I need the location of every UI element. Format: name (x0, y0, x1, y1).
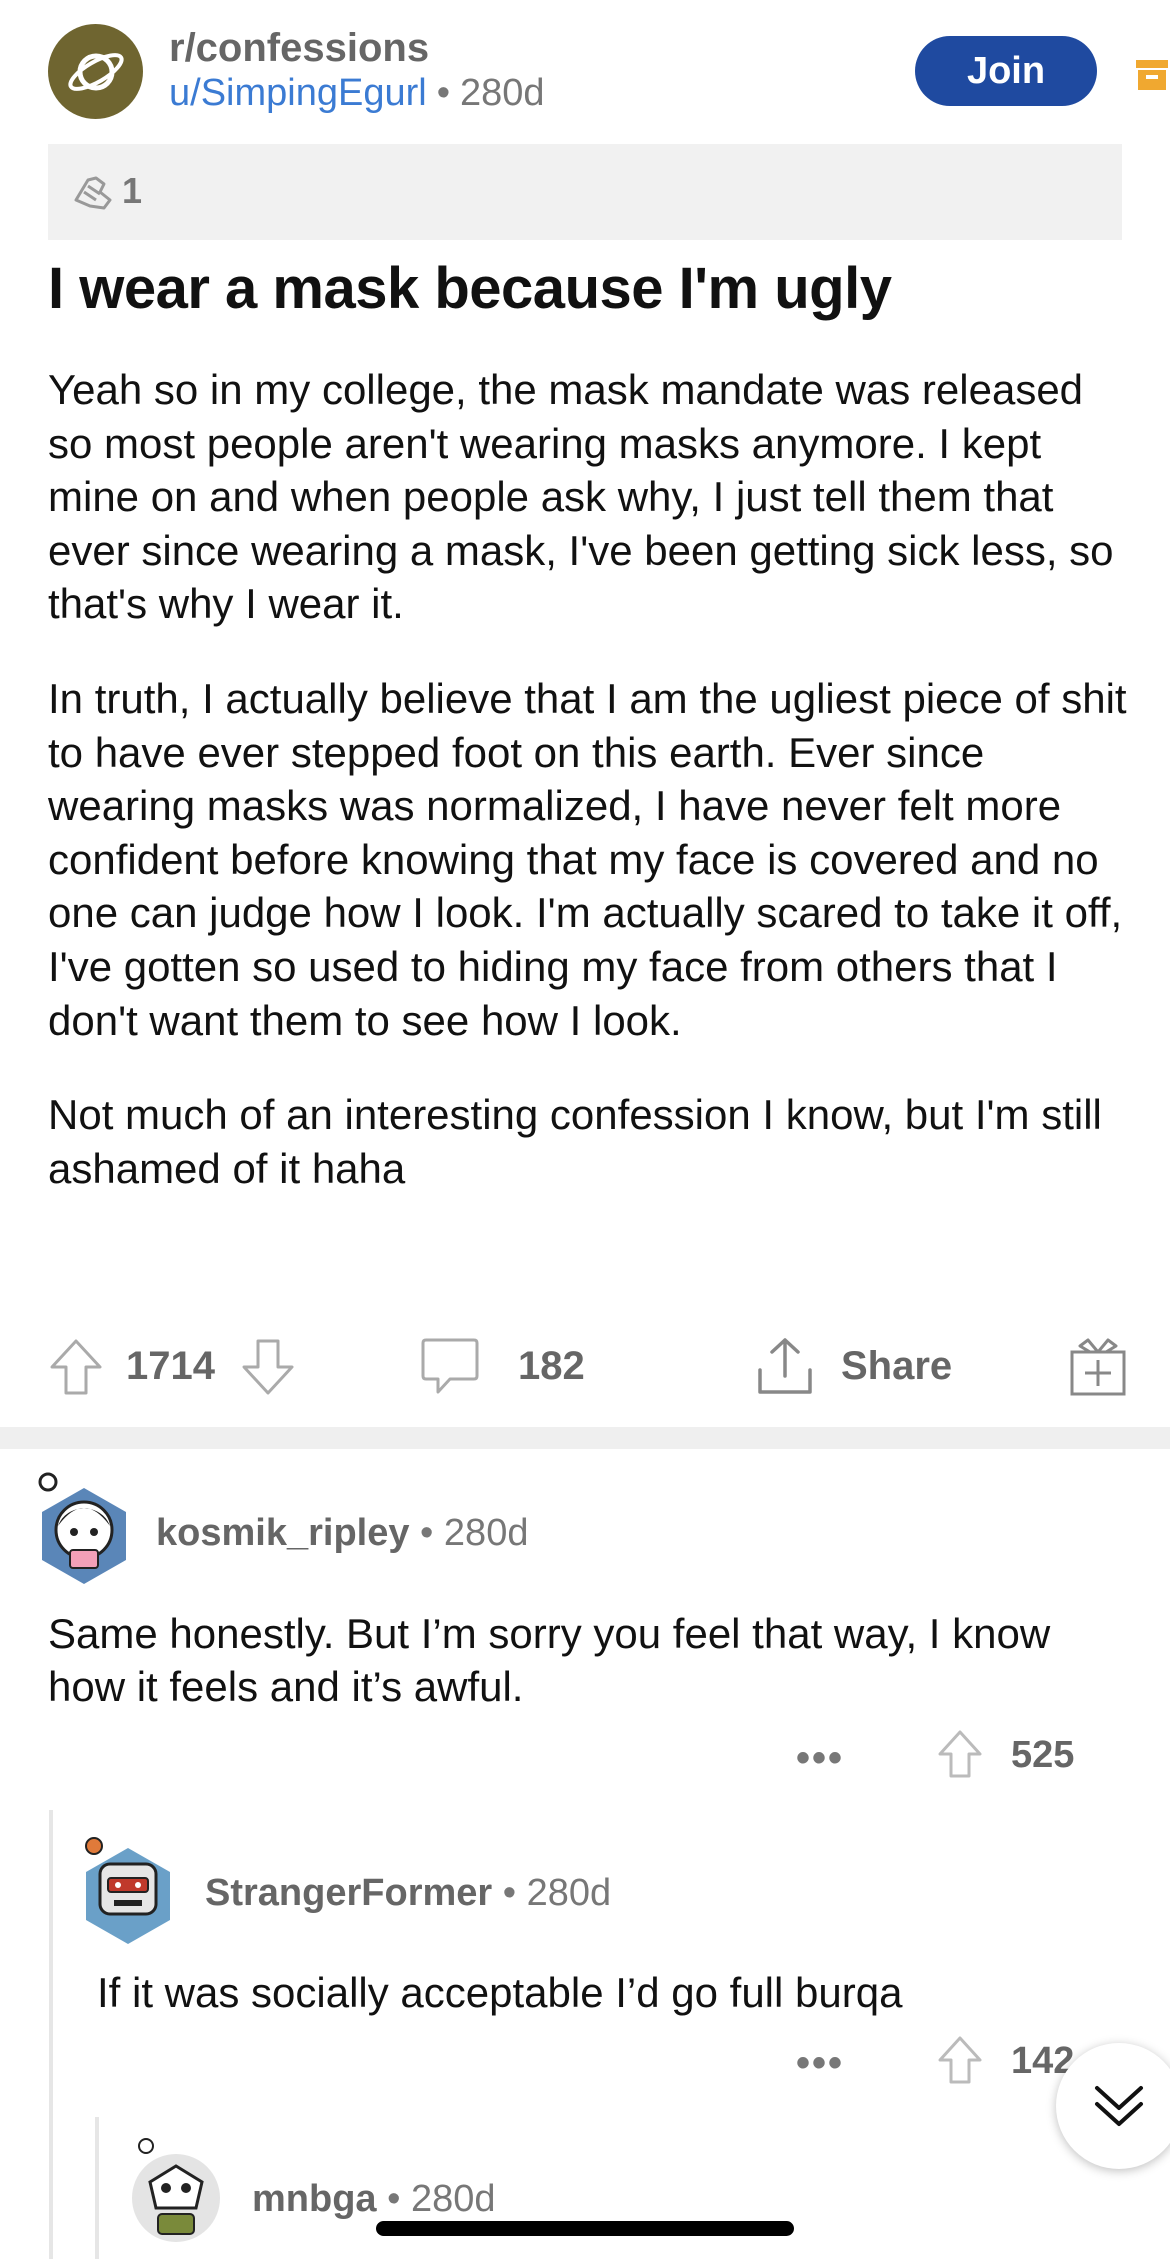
upvote-icon (50, 1339, 102, 1395)
comment-age: 280d (526, 1872, 612, 1914)
comment-author-line: kosmik_ripley • 280d (156, 1512, 528, 1555)
subreddit-name[interactable]: r/confessions (169, 26, 429, 71)
commenter-avatar[interactable] (126, 2130, 226, 2245)
next-comment-button[interactable] (1056, 2043, 1170, 2169)
post-paragraph: Yeah so in my college, the mask mandate … (48, 366, 1114, 628)
post-author[interactable]: u/SimpingEgurl (169, 72, 427, 114)
archive-icon[interactable] (1136, 56, 1168, 92)
share-label[interactable]: Share (841, 1344, 952, 1389)
post-score: 1714 (126, 1344, 215, 1388)
post-body: Yeah so in my college, the mask mandate … (48, 363, 1138, 1236)
comments-button[interactable] (420, 1334, 480, 1400)
home-indicator[interactable] (376, 2221, 794, 2236)
planet-icon (67, 52, 124, 91)
post-age: 280d (460, 72, 545, 114)
chevron-double-down-icon (1095, 2086, 1143, 2126)
comment-icon (421, 1338, 479, 1394)
commenter-avatar[interactable] (34, 1470, 134, 1585)
post-action-bar: 1714 182 Share (48, 1334, 1128, 1400)
comment-author-line: StrangerFormer • 280d (205, 1872, 611, 1915)
post-paragraph: In truth, I actually believe that I am t… (48, 674, 1127, 1044)
meta-separator: • (436, 72, 450, 114)
meta-separator: • (420, 1512, 434, 1554)
post-title: I wear a mask because I'm ugly (48, 256, 892, 321)
commenter-avatar[interactable] (78, 1830, 178, 1945)
comment-text: Same honestly. But I’m sorry you feel th… (48, 1610, 1051, 1710)
award-gift-button[interactable] (1068, 1334, 1128, 1400)
comment-text: If it was socially acceptable I’d go ful… (97, 1969, 903, 2016)
award-count: 1 (122, 170, 143, 211)
thread-line[interactable] (49, 1810, 53, 2259)
gift-icon (1070, 1338, 1126, 1396)
post-header: r/confessions u/SimpingEgurl • 280d Join (48, 24, 1168, 124)
comment-upvote-button[interactable] (936, 1728, 984, 1780)
join-button[interactable]: Join (915, 36, 1097, 106)
meta-separator: • (387, 2178, 401, 2220)
upvote-icon (938, 1730, 982, 1778)
share-button[interactable] (756, 1334, 814, 1400)
thread-line[interactable] (95, 2117, 99, 2259)
comment-author[interactable]: StrangerFormer (205, 1872, 492, 1914)
comment-score: 525 (1011, 1734, 1075, 1776)
comment-upvote-button[interactable] (936, 2034, 984, 2086)
comment-author-line: mnbga • 280d (252, 2178, 496, 2221)
comment-count[interactable]: 182 (518, 1344, 585, 1389)
meta-separator: • (502, 1872, 517, 1914)
comment-age: 280d (411, 2178, 496, 2220)
share-icon (758, 1338, 812, 1394)
section-divider (0, 1427, 1170, 1449)
downvote-button[interactable] (240, 1334, 296, 1400)
award-icon (74, 176, 112, 210)
upvote-button[interactable] (48, 1334, 104, 1400)
post-paragraph: Not much of an interesting confession I … (48, 1091, 1102, 1192)
award-bar[interactable]: 1 (48, 144, 1122, 240)
subreddit-avatar[interactable] (48, 24, 143, 119)
comment-age: 280d (443, 1512, 529, 1554)
downvote-icon (242, 1339, 294, 1395)
comment-more-button[interactable]: ••• (796, 1736, 844, 1781)
comment-more-button[interactable]: ••• (796, 2041, 844, 2086)
upvote-icon (938, 2036, 982, 2084)
comment-author[interactable]: mnbga (252, 2178, 377, 2220)
comment-author[interactable]: kosmik_ripley (156, 1512, 409, 1554)
post-author-line: u/SimpingEgurl • 280d (169, 72, 545, 115)
